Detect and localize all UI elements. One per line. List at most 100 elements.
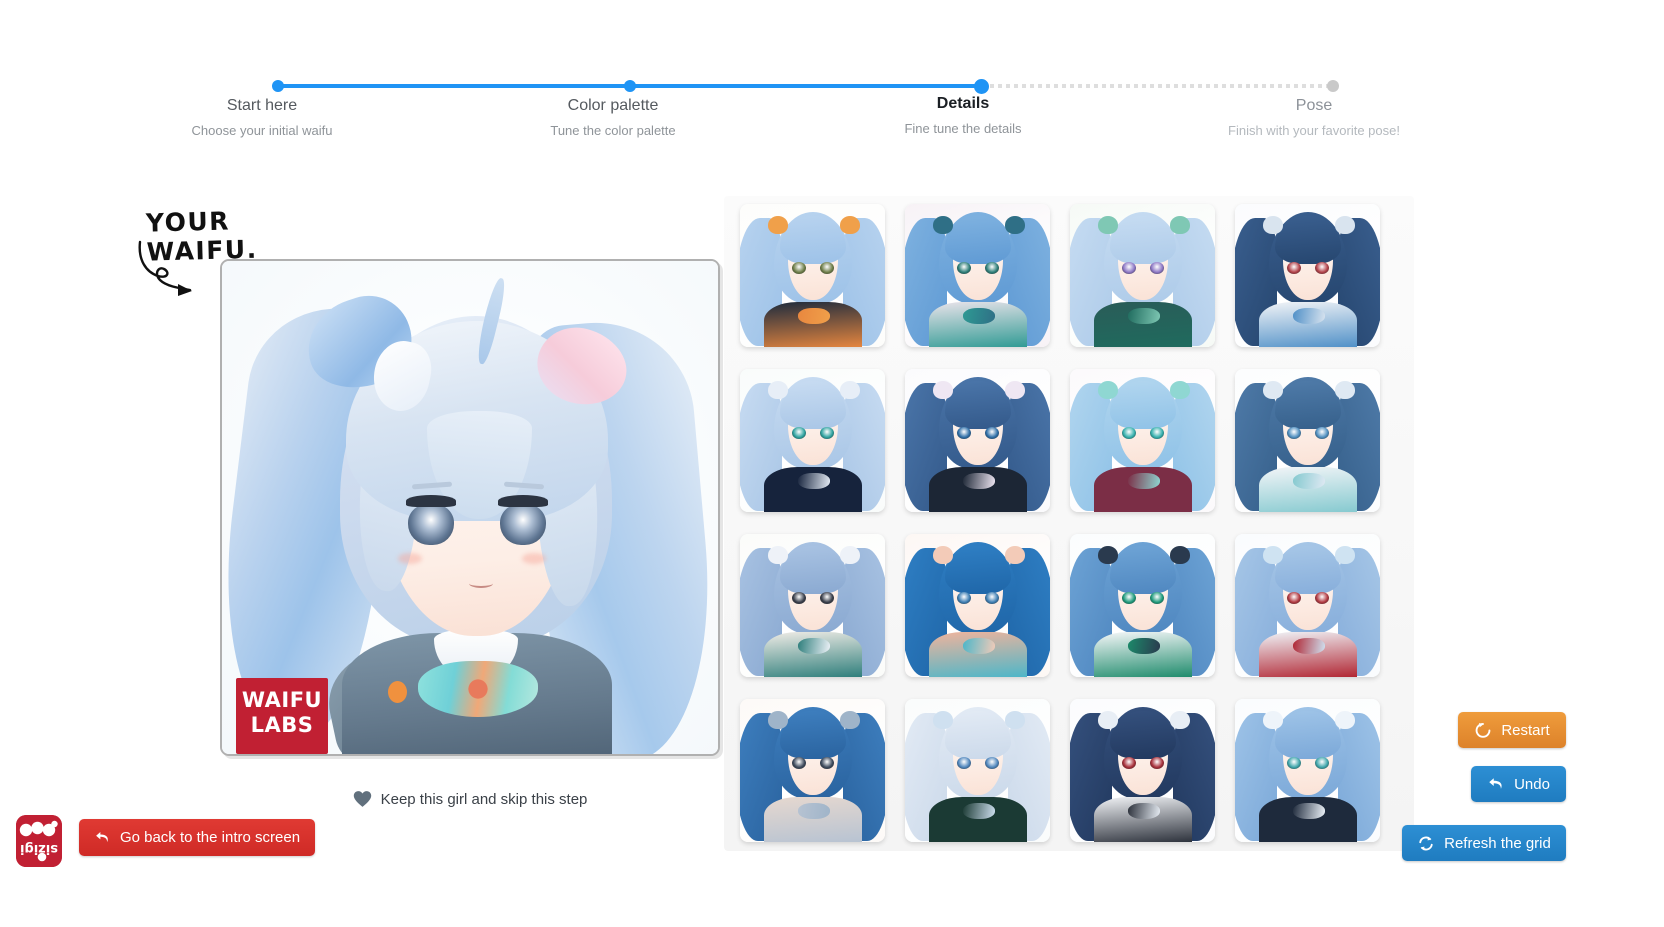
thumb-eye-right	[1315, 262, 1329, 274]
thumb-hair-accessory-right	[1005, 216, 1025, 234]
thumb-bowtie	[963, 803, 995, 819]
undo-label: Undo	[1514, 775, 1550, 793]
thumb-hair-accessory-right	[840, 546, 860, 564]
thumb-eye-left	[1287, 427, 1301, 439]
go-back-to-intro-button[interactable]: Go back to the intro screen	[79, 819, 315, 856]
waifu-thumbnail-8[interactable]	[1235, 369, 1380, 512]
waifu-thumbnail-4[interactable]	[1235, 204, 1380, 347]
thumb-hair-accessory-right	[1335, 711, 1355, 729]
thumb-bowtie	[1293, 473, 1325, 489]
thumb-eye-right	[1315, 592, 1329, 604]
thumb-hair-accessory-left	[768, 216, 788, 234]
thumb-eye-right	[985, 262, 999, 274]
thumb-eye-left	[1287, 262, 1301, 274]
restart-button[interactable]: Restart	[1458, 712, 1566, 748]
stepper-step-details[interactable]: Details Fine tune the details	[863, 94, 1063, 139]
stepper-dot-color-palette[interactable]	[624, 80, 636, 92]
thumb-eye-left	[957, 262, 971, 274]
waifu-thumbnail-grid[interactable]	[740, 204, 1405, 849]
restart-icon	[1474, 722, 1492, 739]
thumb-bowtie	[798, 473, 830, 489]
step-subtitle: Fine tune the details	[904, 121, 1022, 136]
stepper-segment-3	[982, 84, 1333, 88]
thumb-hair-accessory-left	[1263, 546, 1283, 564]
thumb-bowtie	[1293, 308, 1325, 324]
thumb-hair-accessory-right	[1170, 381, 1190, 399]
waifu-thumbnail-10[interactable]	[905, 534, 1050, 677]
thumb-hair-accessory-right	[1335, 546, 1355, 564]
step-subtitle: Tune the color palette	[550, 123, 676, 138]
waifu-thumbnail-15[interactable]	[1070, 699, 1215, 842]
step-title: Color palette	[567, 97, 659, 114]
stepper-step-pose[interactable]: Pose Finish with your favorite pose!	[1224, 96, 1404, 141]
curly-arrow-icon	[138, 240, 192, 296]
sync-icon	[1417, 835, 1435, 852]
waifu-thumbnail-7[interactable]	[1070, 369, 1215, 512]
thumb-bowtie	[798, 638, 830, 654]
step-subtitle: Finish with your favorite pose!	[1228, 123, 1400, 138]
thumb-bowtie	[1293, 638, 1325, 654]
thumb-eye-right	[985, 757, 999, 769]
thumb-hair-accessory-left	[768, 381, 788, 399]
stepper-dot-start-here[interactable]	[272, 80, 284, 92]
stepper-step-start-here[interactable]: Start here Choose your initial waifu	[162, 96, 362, 141]
waifu-thumbnail-13[interactable]	[740, 699, 885, 842]
thumb-eye-right	[1150, 757, 1164, 769]
thumb-hair-accessory-left	[1098, 381, 1118, 399]
waifu-thumbnail-2[interactable]	[905, 204, 1050, 347]
watermark-line-2: LABS	[250, 713, 314, 737]
thumb-hair-accessory-left	[1263, 711, 1283, 729]
stepper-dot-details[interactable]	[974, 78, 989, 94]
waifu-thumbnail-1[interactable]	[740, 204, 885, 347]
stepper-dot-pose[interactable]	[1327, 80, 1339, 92]
waifu-thumbnail-12[interactable]	[1235, 534, 1380, 677]
svg-text:sizigi: sizigi	[20, 841, 58, 856]
thumb-hair-accessory-left	[1098, 546, 1118, 564]
thumb-eye-left	[1287, 592, 1301, 604]
thumb-eye-right	[1150, 262, 1164, 274]
waifu-thumbnail-5[interactable]	[740, 369, 885, 512]
thumb-hair-accessory-left	[1263, 381, 1283, 399]
refresh-grid-button[interactable]: Refresh the grid	[1402, 825, 1566, 861]
heart-icon	[353, 791, 371, 807]
undo-button[interactable]: Undo	[1471, 766, 1566, 802]
thumb-eye-left	[792, 427, 806, 439]
waifu-thumbnail-11[interactable]	[1070, 534, 1215, 677]
thumb-eye-left	[792, 592, 806, 604]
sizigi-logo[interactable]: sizigi	[16, 815, 62, 867]
waifu-thumbnail-3[interactable]	[1070, 204, 1215, 347]
waifu-thumbnail-14[interactable]	[905, 699, 1050, 842]
go-back-label: Go back to the intro screen	[119, 829, 301, 846]
blush-right	[522, 553, 546, 564]
thumb-hair-accessory-left	[933, 381, 953, 399]
thumb-bowtie	[1128, 638, 1160, 654]
thumb-eye-right	[1315, 757, 1329, 769]
thumb-bowtie	[963, 308, 995, 324]
thumb-eye-right	[1315, 427, 1329, 439]
refresh-label: Refresh the grid	[1444, 834, 1551, 852]
thumb-eye-left	[1122, 427, 1136, 439]
thumb-bowtie	[1128, 308, 1160, 324]
main-waifu-preview[interactable]: WAIFU LABS	[220, 259, 720, 756]
thumb-eye-right	[985, 592, 999, 604]
waifu-thumbnail-6[interactable]	[905, 369, 1050, 512]
waifu-thumbnail-16[interactable]	[1235, 699, 1380, 842]
thumb-hair-accessory-right	[1335, 216, 1355, 234]
thumb-eye-right	[985, 427, 999, 439]
progress-stepper: Start here Choose your initial waifu Col…	[0, 60, 1664, 170]
waifu-labs-watermark: WAIFU LABS	[236, 678, 328, 754]
restart-label: Restart	[1501, 721, 1550, 739]
thumb-hair-accessory-right	[1335, 381, 1355, 399]
thumb-hair-accessory-left	[933, 216, 953, 234]
waifu-labs-page: Start here Choose your initial waifu Col…	[0, 0, 1664, 927]
thumb-bowtie	[798, 308, 830, 324]
blush-left	[398, 553, 422, 564]
keep-this-girl-button[interactable]: Keep this girl and skip this step	[220, 787, 720, 811]
thumb-hair-accessory-left	[1098, 711, 1118, 729]
mouth	[469, 579, 493, 588]
waifu-thumbnail-9[interactable]	[740, 534, 885, 677]
thumb-eye-left	[1122, 262, 1136, 274]
thumb-bowtie	[1293, 803, 1325, 819]
thumb-hair-accessory-right	[1005, 546, 1025, 564]
stepper-step-color-palette[interactable]: Color palette Tune the color palette	[513, 96, 713, 141]
